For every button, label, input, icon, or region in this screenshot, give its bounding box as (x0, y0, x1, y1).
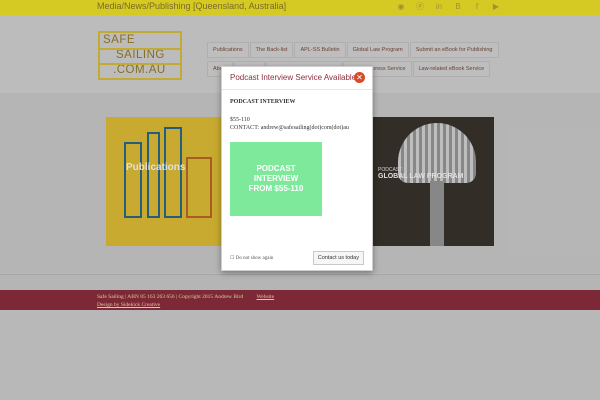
dont-show-again[interactable]: ☐ Do not show again (230, 255, 273, 261)
modal-contact: CONTACT: andrew@safesailing(dot)com(dot)… (230, 125, 349, 131)
promo-line-2: FROM $55-110 (248, 184, 304, 193)
modal-price: $55-110 (230, 117, 250, 123)
podcast-promo-image: PODCAST INTERVIEW FROM $55-110 (230, 142, 322, 216)
modal-header: Podcast Interview Service Available ✕ (222, 67, 372, 90)
contact-us-button[interactable]: Contact us today (312, 251, 364, 265)
checkbox-icon[interactable]: ☐ (230, 256, 234, 261)
promo-text: PODCAST INTERVIEW FROM $55-110 (234, 164, 318, 194)
promo-line-1: PODCAST INTERVIEW (253, 164, 299, 183)
dont-show-label: Do not show again (235, 256, 274, 261)
modal-title: Podcast Interview Service Available (230, 73, 357, 82)
close-icon[interactable]: ✕ (354, 72, 365, 83)
podcast-modal: Podcast Interview Service Available ✕ PO… (221, 66, 373, 271)
modal-body: PODCAST INTERVIEW $55-110 CONTACT: andre… (230, 99, 364, 131)
modal-footer: ☐ Do not show again Contact us today (222, 240, 372, 270)
